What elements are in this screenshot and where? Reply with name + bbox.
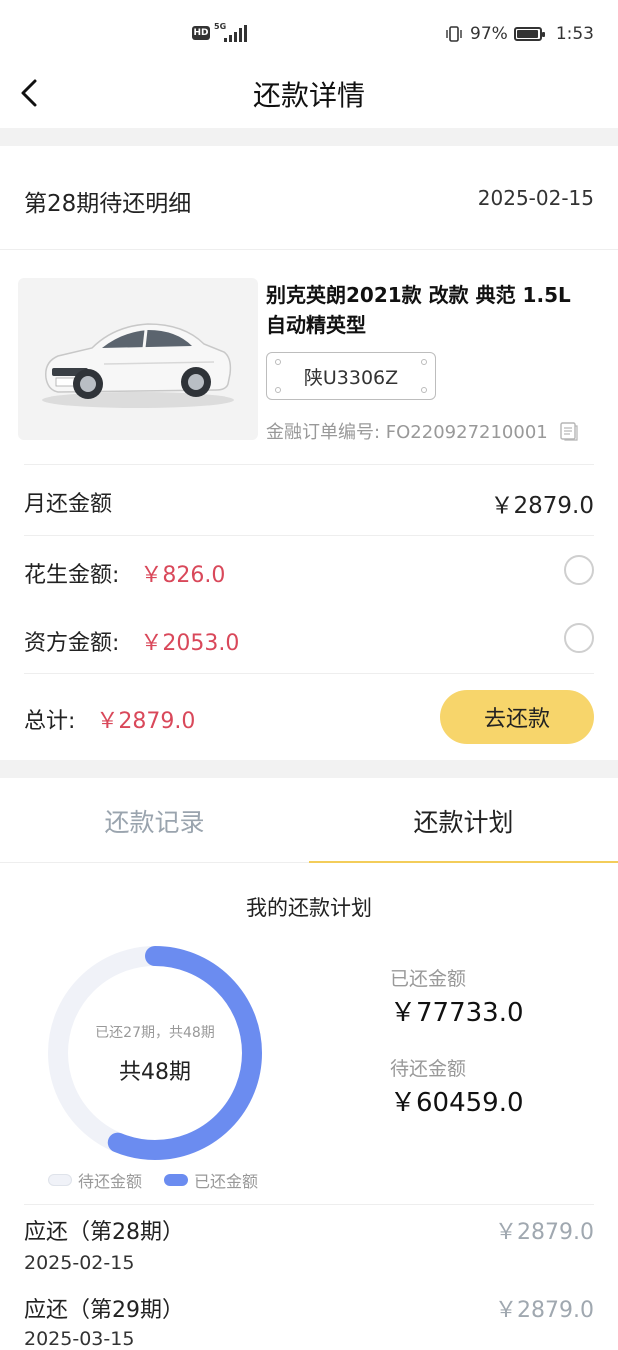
hd-badge: HD (192, 26, 210, 40)
huasheng-amount-row: 花生金额: ￥826.0 (24, 557, 225, 589)
monthly-amount-value: ￥2879.0 (490, 493, 594, 519)
period-title: 第28期待还明细 (24, 191, 192, 217)
order-number-row: 金融订单编号: FO220927210001 (266, 418, 598, 444)
divider (24, 464, 594, 465)
huasheng-radio[interactable] (564, 555, 594, 585)
paid-amount-value: ￥77733.0 (390, 998, 524, 1028)
divider (24, 673, 594, 674)
car-name: 别克英朗2021款 改款 典范 1.5L 自动精英型 (266, 283, 571, 337)
monthly-amount-label: 月还金额 (24, 492, 113, 517)
schedule-item-date: 2025-03-15 (24, 1328, 135, 1350)
donut-legend: 待还金额 已还金额 (48, 1168, 258, 1192)
vibrate-icon (446, 26, 462, 42)
legend-paid-swatch (164, 1174, 189, 1186)
pending-amount-label: 待还金额 (390, 1058, 467, 1080)
status-right: 97% 1:53 (444, 24, 594, 44)
pay-button[interactable]: 去还款 (440, 690, 594, 744)
battery-percent: 97% (470, 24, 508, 44)
total-row: 总计: ￥2879.0 (24, 703, 195, 735)
capital-amount-label: 资方金额: (24, 631, 120, 656)
license-plate-text: 陕U3306Z (303, 366, 399, 389)
divider (24, 535, 594, 536)
total-value: ￥2879.0 (96, 709, 196, 734)
clock-time: 1:53 (555, 24, 594, 44)
battery-icon (513, 27, 545, 41)
schedule-item-date: 2025-02-15 (24, 1252, 135, 1274)
license-plate: 陕U3306Z (266, 352, 436, 400)
period-date: 2025-02-15 (477, 186, 594, 210)
total-label: 总计: (24, 709, 76, 734)
status-left: HD 5G (192, 22, 247, 42)
tab-active-indicator (309, 861, 618, 863)
capital-radio[interactable] (564, 623, 594, 653)
huasheng-amount-value: ￥826.0 (140, 563, 226, 588)
tab-repayment-records[interactable]: 还款记录 (0, 778, 309, 864)
order-number: 金融订单编号: FO220927210001 (266, 422, 548, 443)
capital-amount-row: 资方金额: ￥2053.0 (24, 625, 239, 657)
nav-bar: 还款详情 (0, 70, 618, 128)
plan-title: 我的还款计划 (246, 896, 372, 920)
donut-total-periods: 共48期 (119, 1060, 191, 1085)
divider (24, 1204, 594, 1205)
car-image (18, 278, 258, 440)
legend-pending-label: 待还金额 (78, 1172, 143, 1191)
schedule-item-title: 应还（第29期） (24, 1298, 184, 1323)
schedule-item-title: 应还（第28期） (24, 1220, 184, 1245)
paid-amount-label: 已还金额 (390, 968, 467, 990)
huasheng-amount-label: 花生金额: (24, 563, 120, 588)
schedule-item-amount: ￥2879.0 (495, 1298, 594, 1323)
copy-icon[interactable] (558, 420, 580, 442)
schedule-item-amount: ￥2879.0 (495, 1220, 594, 1245)
status-bar: HD 5G 97% 1:53 (0, 0, 618, 70)
section-gap (0, 128, 618, 146)
progress-donut (48, 946, 262, 1160)
donut-progress-text: 已还27期，共48期 (95, 1025, 215, 1041)
tab-repayment-plan[interactable]: 还款计划 (309, 778, 618, 864)
divider (0, 249, 618, 250)
section-gap (0, 760, 618, 778)
legend-paid-label: 已还金额 (194, 1172, 259, 1191)
page-title: 还款详情 (252, 79, 365, 112)
signal-icon: 5G (214, 22, 247, 42)
capital-amount-value: ￥2053.0 (140, 631, 240, 656)
legend-pending-swatch (48, 1174, 72, 1186)
pending-amount-value: ￥60459.0 (390, 1088, 524, 1118)
